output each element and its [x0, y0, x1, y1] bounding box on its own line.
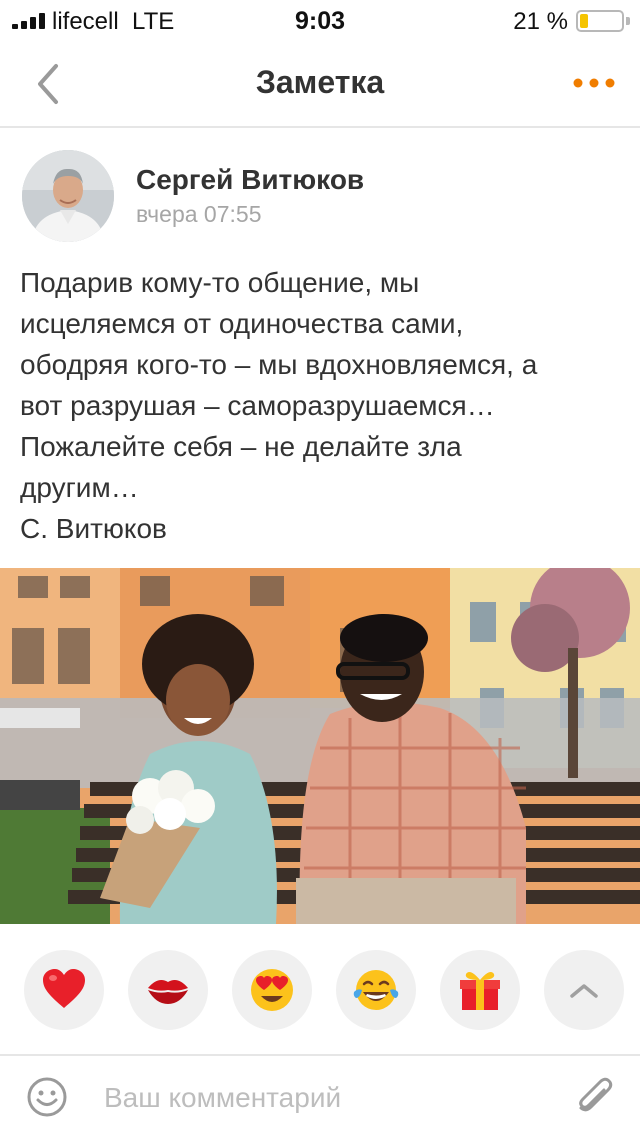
- battery-tip: [626, 17, 630, 25]
- post-line: ободряя кого-то – мы вдохновляемся, а: [20, 349, 538, 380]
- post-photo[interactable]: [0, 568, 640, 924]
- smiley-icon[interactable]: [26, 1076, 68, 1118]
- paperclip-icon[interactable]: [574, 1074, 614, 1120]
- couple-on-bench-photo: [0, 568, 640, 924]
- reaction-laugh-button[interactable]: [336, 950, 416, 1030]
- battery-percent: 21 %: [513, 8, 568, 35]
- more-options-icon[interactable]: [572, 68, 616, 98]
- nav-bar: Заметка: [0, 40, 640, 128]
- comment-bar: [0, 1054, 640, 1136]
- kiss-lips-icon: [148, 980, 188, 1004]
- comment-input[interactable]: [104, 1078, 544, 1118]
- post-timestamp: вчера 07:55: [136, 201, 262, 227]
- reactions-bar: [0, 950, 640, 1030]
- reaction-heart-button[interactable]: [24, 950, 104, 1030]
- reaction-kiss-button[interactable]: [128, 950, 208, 1030]
- post-line: вот разрушая – саморазрушаемся…: [20, 390, 495, 421]
- expand-reactions-button[interactable]: [544, 950, 624, 1030]
- tears-of-joy-emoji-icon: [353, 970, 399, 1010]
- status-bar: lifecell LTE 9:03 21 %: [0, 0, 640, 40]
- post-text: Подарив кому-то общение, мы исцеляемся о…: [20, 262, 620, 549]
- heart-icon: [43, 969, 85, 1008]
- post-signature: С. Витюков: [20, 513, 167, 544]
- post-line: исцеляемся от одиночества сами,: [20, 308, 464, 339]
- author-name[interactable]: Сергей Витюков: [136, 164, 364, 196]
- battery-level-fill: [580, 14, 588, 28]
- page-title: Заметка: [255, 64, 385, 100]
- reaction-love-eyes-button[interactable]: [232, 950, 312, 1030]
- post-line: Пожалейте себя – не делайте зла: [20, 431, 462, 462]
- battery-icon: [576, 10, 624, 32]
- heart-eyes-emoji-icon: [251, 969, 293, 1011]
- gift-icon: [460, 972, 500, 1010]
- post-line: Подарив кому-то общение, мы: [20, 267, 420, 298]
- chevron-up-icon: [570, 984, 598, 998]
- post-line: другим…: [20, 472, 139, 503]
- avatar-photo: [22, 150, 114, 242]
- author-avatar[interactable]: [22, 150, 114, 242]
- reaction-gift-button[interactable]: [440, 950, 520, 1030]
